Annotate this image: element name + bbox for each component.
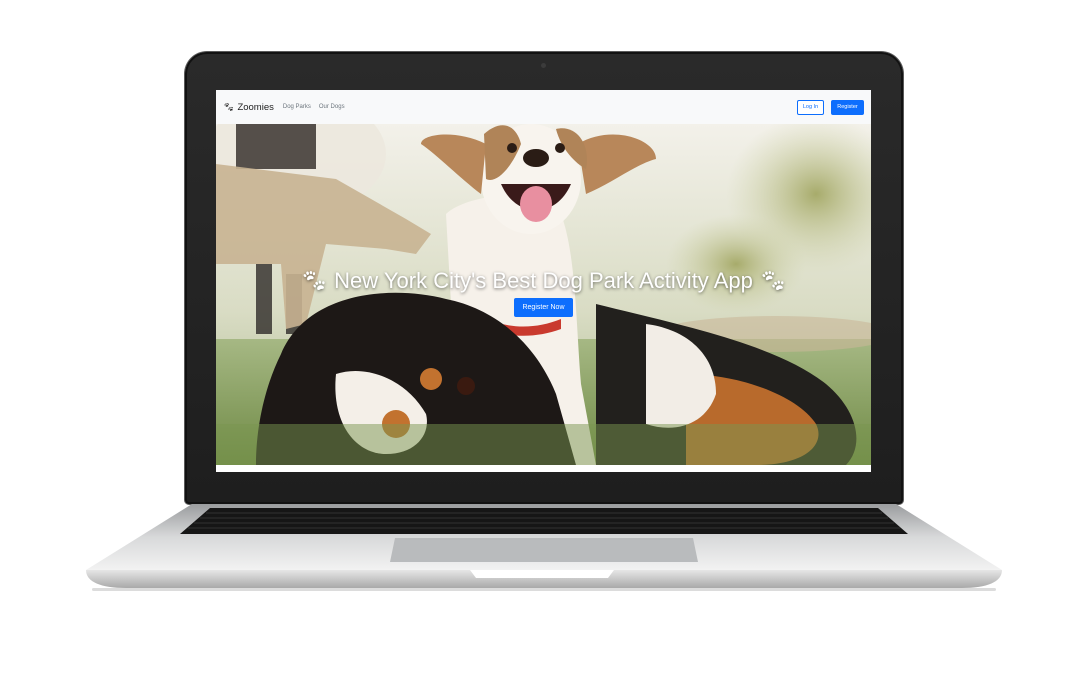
laptop-base: [86, 504, 1002, 591]
nav-link-our-dogs[interactable]: Our Dogs: [319, 104, 345, 110]
login-button[interactable]: Log In: [797, 99, 824, 115]
register-now-button[interactable]: Register Now: [514, 298, 573, 317]
laptop-mockup: 🐾︎ Zoomies Dog Parks Our Dogs Log In Reg…: [0, 0, 1076, 681]
laptop-screen: 🐾︎ Zoomies Dog Parks Our Dogs Log In Reg…: [216, 90, 871, 472]
brand-name: Zoomies: [237, 101, 274, 113]
paw-icon: 🐾︎: [300, 268, 329, 293]
brand-link[interactable]: 🐾︎ Zoomies: [223, 102, 274, 113]
paw-icon: 🐾︎: [223, 101, 235, 112]
page-footer-strip: [216, 465, 871, 472]
hero-title-text: New York City's Best Dog Park Activity A…: [334, 268, 753, 293]
nav-actions: Log In Register: [797, 99, 864, 115]
webcam: [541, 63, 546, 68]
hero-section: 🐾︎ New York City's Best Dog Park Activit…: [216, 124, 871, 465]
register-button[interactable]: Register: [831, 99, 864, 115]
nav-link-dog-parks[interactable]: Dog Parks: [283, 104, 311, 110]
hero-title: 🐾︎ New York City's Best Dog Park Activit…: [216, 268, 871, 294]
paw-icon: 🐾︎: [758, 268, 787, 293]
hero-dog-photo: [216, 124, 871, 465]
navbar: 🐾︎ Zoomies Dog Parks Our Dogs Log In Reg…: [216, 90, 871, 124]
laptop-lid: 🐾︎ Zoomies Dog Parks Our Dogs Log In Reg…: [185, 52, 903, 504]
nav-links: Dog Parks Our Dogs: [283, 104, 345, 110]
